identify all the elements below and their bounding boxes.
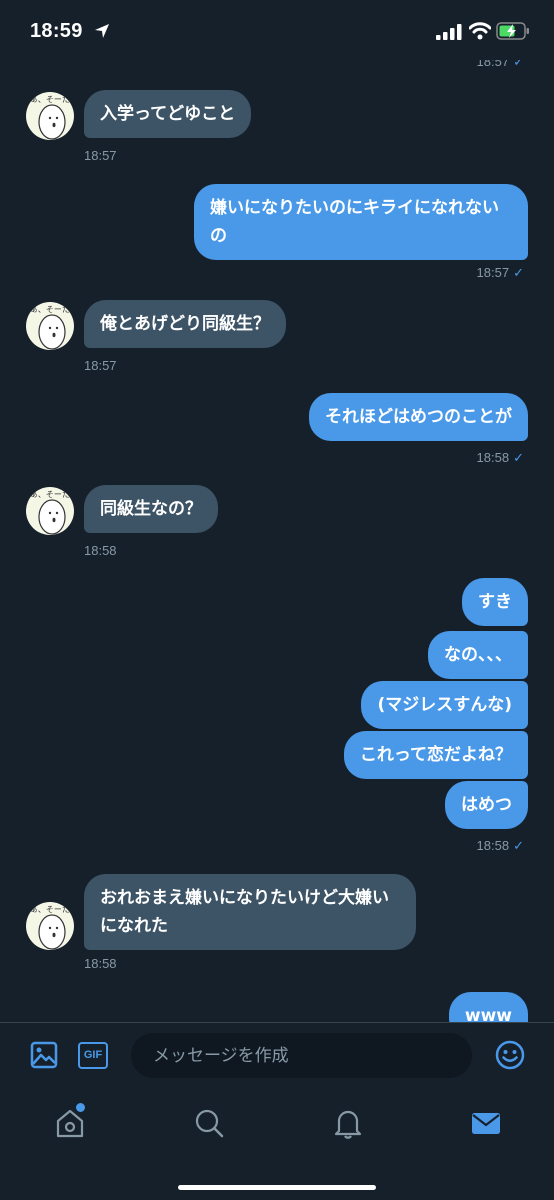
message-timestamp: 18:58 ✓ xyxy=(476,838,524,853)
message-timestamp: 18:58 xyxy=(84,956,117,971)
message-timestamp: 18:57 xyxy=(84,358,117,373)
add-image-icon[interactable] xyxy=(30,1041,58,1069)
message-timestamp: 18:58 ✓ xyxy=(476,450,524,465)
message-input[interactable] xyxy=(131,1033,472,1078)
conversation-thread[interactable]: 18:57 ✓ ぁ、そーた 入学ってどゆこと 18:57 嫌いになりたいのにキライ… xyxy=(0,60,554,1022)
avatar-drawing-icon: ぁ、そーた xyxy=(30,95,70,140)
wifi-icon xyxy=(469,22,491,40)
outgoing-message[interactable]: (マジレスすんな) xyxy=(361,681,528,729)
avatar-drawing-icon: ぁ、そーた xyxy=(30,305,70,350)
cellular-signal-icon xyxy=(436,24,462,40)
incoming-message[interactable]: 俺とあげどり同級生？ xyxy=(84,300,286,348)
avatar-drawing-icon: ぁ、そーた xyxy=(30,490,70,535)
svg-text:ぁ、そーた: ぁ、そーた xyxy=(30,905,70,914)
svg-text:ぁ、そーた: ぁ、そーた xyxy=(30,95,70,104)
bottom-tab-bar xyxy=(0,1089,554,1200)
svg-text:ぁ、そーた: ぁ、そーた xyxy=(30,490,70,499)
notifications-bell-icon[interactable] xyxy=(332,1107,364,1139)
message-timestamp: 18:57 ✓ xyxy=(476,60,524,69)
avatar[interactable]: ぁ、そーた xyxy=(26,92,74,140)
gif-button[interactable]: GIF xyxy=(78,1042,108,1069)
notification-dot xyxy=(76,1103,85,1112)
outgoing-message[interactable]: これって恋だよね？ xyxy=(343,731,528,779)
avatar-drawing-icon: ぁ、そーた xyxy=(30,905,70,950)
message-timestamp: 18:57 ✓ xyxy=(476,265,524,280)
outgoing-message[interactable]: 嫌いになりたいのにキライになれないの xyxy=(194,184,528,260)
search-icon[interactable] xyxy=(193,1107,225,1139)
battery-charging-icon xyxy=(496,22,529,40)
message-composer: GIF xyxy=(0,1023,554,1089)
home-indicator xyxy=(178,1185,376,1190)
messages-envelope-icon[interactable] xyxy=(470,1107,502,1139)
avatar[interactable]: ぁ、そーた xyxy=(26,902,74,950)
location-arrow-icon xyxy=(95,24,109,38)
outgoing-message[interactable]: はめつ xyxy=(445,781,528,829)
emoji-icon[interactable] xyxy=(495,1040,525,1070)
status-bar: 18:59 xyxy=(0,0,554,60)
incoming-message[interactable]: 同級生なの？ xyxy=(84,485,218,533)
svg-text:ぁ、そーた: ぁ、そーた xyxy=(30,305,70,314)
incoming-message[interactable]: 入学ってどゆこと xyxy=(84,90,252,138)
status-time: 18:59 xyxy=(30,20,83,42)
outgoing-message[interactable]: www xyxy=(448,992,528,1022)
outgoing-message[interactable]: すき xyxy=(462,578,528,626)
incoming-message[interactable]: おれおまえ嫌いになりたいけど大嫌いになれた xyxy=(84,874,416,950)
outgoing-message[interactable]: なの、、、 xyxy=(428,631,528,679)
avatar[interactable]: ぁ、そーた xyxy=(26,302,74,350)
avatar[interactable]: ぁ、そーた xyxy=(26,487,74,535)
message-timestamp: 18:57 xyxy=(84,148,117,163)
outgoing-message[interactable]: それほどはめつのことが xyxy=(309,393,528,441)
message-timestamp: 18:58 xyxy=(84,543,117,558)
